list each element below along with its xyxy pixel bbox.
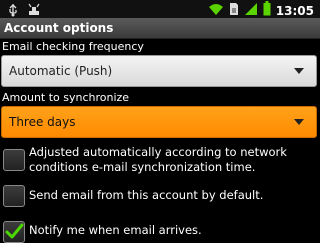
email-frequency-label: Email checking frequency: [2, 40, 144, 53]
chevron-down-icon: [294, 119, 304, 125]
sync-amount-label: Amount to synchronize: [2, 91, 130, 104]
status-time: 13:05: [275, 3, 314, 18]
default-sender-checkbox[interactable]: [3, 185, 25, 207]
auto-adjust-checkbox[interactable]: [3, 149, 25, 171]
sync-amount-spinner[interactable]: Three days: [1, 106, 317, 138]
status-bar: 13:05: [0, 0, 320, 18]
email-frequency-value: Automatic (Push): [9, 64, 113, 78]
auto-adjust-text: Adjusted automatically according to netw…: [29, 145, 287, 174]
chevron-down-icon: [294, 68, 304, 74]
page-title: Account options: [4, 21, 114, 35]
checkbox-row-auto-adjust[interactable]: Adjusted automatically according to netw…: [0, 143, 320, 179]
checkbox-row-notify[interactable]: Notify me when email arrives.: [0, 218, 320, 243]
checkbox-row-default-sender[interactable]: Send email from this account by default.: [0, 183, 320, 209]
email-frequency-spinner[interactable]: Automatic (Push): [1, 55, 317, 87]
sync-amount-value: Three days: [9, 115, 76, 129]
default-sender-text: Send email from this account by default.: [29, 188, 264, 202]
title-bar: Account options: [0, 18, 320, 39]
notify-text: Notify me when email arrives.: [29, 223, 202, 237]
